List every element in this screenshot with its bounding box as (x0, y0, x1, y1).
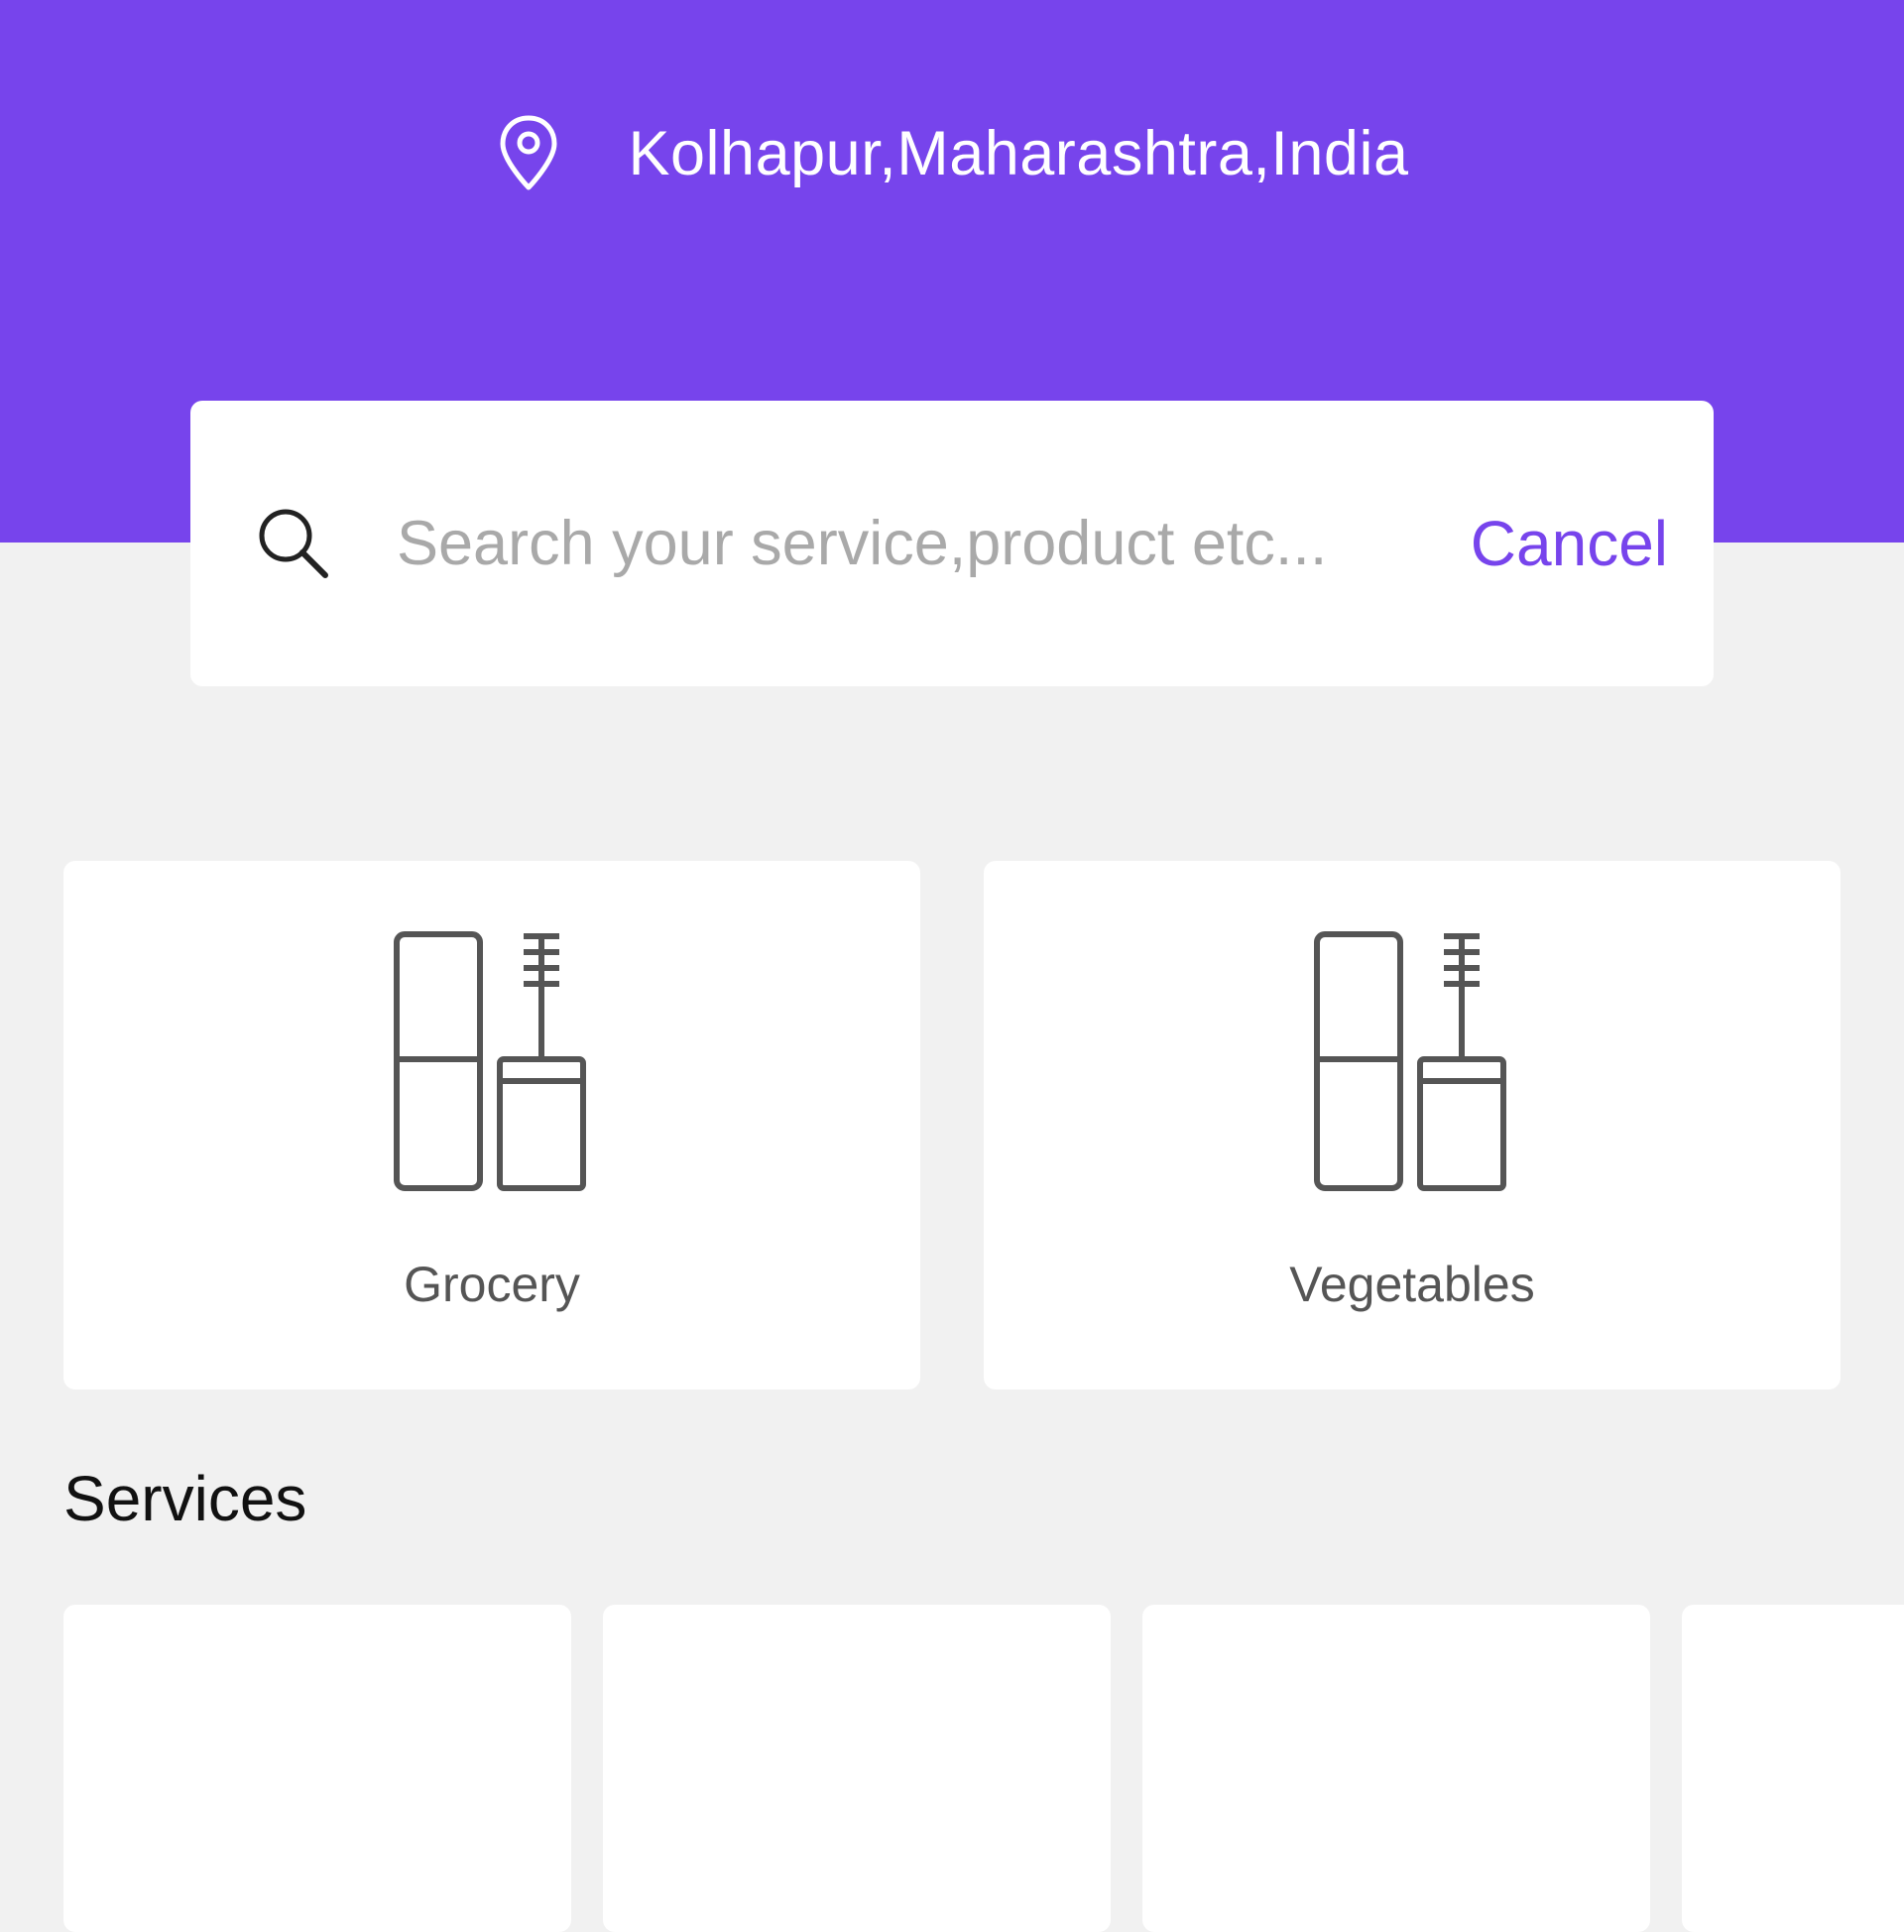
map-pin-icon (496, 113, 561, 194)
search-input[interactable] (395, 507, 1471, 580)
services-section-title: Services (63, 1463, 307, 1534)
search-bar: Cancel (190, 401, 1714, 686)
category-card-vegetables[interactable]: Vegetables (984, 861, 1841, 1389)
search-icon (252, 502, 335, 585)
location-selector[interactable]: Kolhapur,Maharashtra,India (0, 99, 1904, 208)
category-label: Vegetables (1289, 1257, 1535, 1312)
service-card[interactable] (63, 1605, 571, 1932)
service-card[interactable] (603, 1605, 1111, 1932)
cosmetics-icon (394, 931, 586, 1191)
category-card-grocery[interactable]: Grocery (63, 861, 920, 1389)
cancel-button[interactable]: Cancel (1471, 507, 1668, 580)
category-label: Grocery (404, 1257, 580, 1312)
location-text: Kolhapur,Maharashtra,India (628, 119, 1409, 188)
service-card[interactable] (1142, 1605, 1650, 1932)
cosmetics-icon (1314, 931, 1506, 1191)
service-card[interactable] (1682, 1605, 1904, 1932)
